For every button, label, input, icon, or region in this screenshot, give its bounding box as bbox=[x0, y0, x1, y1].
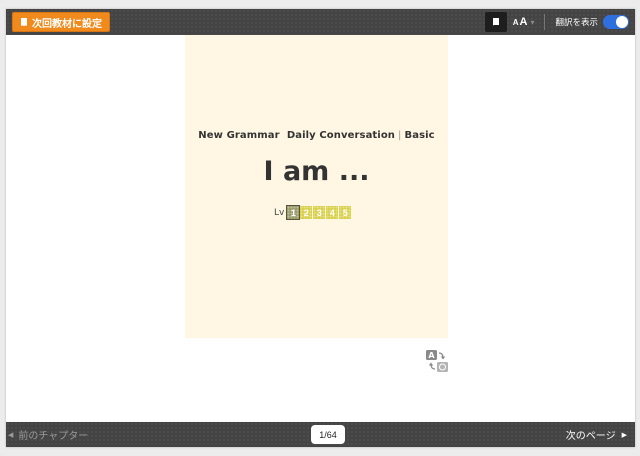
page-indicator: 1/64 bbox=[311, 425, 345, 444]
svg-text:A: A bbox=[428, 351, 435, 360]
font-size-button[interactable]: A A ▾ bbox=[513, 16, 535, 28]
course-level-name: Basic bbox=[404, 130, 435, 141]
level-4-badge: 4 bbox=[326, 206, 339, 219]
show-translation-label: 翻訳を表示 bbox=[555, 17, 598, 27]
level-2-badge: 2 bbox=[300, 206, 313, 219]
caret-right-icon: ▶ bbox=[621, 431, 627, 439]
level-indicator: Lv 1 2 3 4 5 bbox=[274, 205, 352, 220]
prev-chapter-label: 前のチャプター bbox=[18, 431, 89, 442]
level-5-badge: 5 bbox=[339, 206, 352, 219]
book-view-button[interactable] bbox=[484, 12, 507, 32]
set-next-material-button[interactable]: 次回教材に設定 bbox=[12, 12, 110, 32]
book-icon bbox=[19, 17, 29, 27]
level-3-badge: 3 bbox=[313, 206, 326, 219]
course-name: Daily Conversation bbox=[286, 130, 396, 141]
toolbar-divider bbox=[544, 14, 546, 30]
font-size-small-glyph: A bbox=[512, 18, 519, 27]
top-toolbar: 次回教材に設定 A A ▾ 翻訳を表示 bbox=[6, 9, 635, 35]
toggle-knob bbox=[616, 16, 628, 28]
next-page-label: 次のページ bbox=[565, 431, 616, 442]
show-translation-toggle[interactable] bbox=[603, 15, 629, 29]
series-name: New Grammar bbox=[198, 130, 280, 141]
caret-left-icon: ◀ bbox=[8, 431, 14, 439]
level-label: Lv bbox=[274, 207, 285, 218]
bottom-navigation-bar: ◀ 前のチャプター 1/64 次のページ ▶ bbox=[6, 422, 635, 447]
prev-chapter-button[interactable]: ◀ 前のチャプター bbox=[8, 422, 88, 447]
lesson-title: I am ... bbox=[263, 156, 370, 187]
set-next-material-label: 次回教材に設定 bbox=[32, 18, 102, 30]
series-separator: | bbox=[398, 130, 402, 141]
series-line: New Grammar Daily Conversation | Basic bbox=[185, 130, 448, 141]
translate-icon[interactable]: A bbox=[425, 349, 449, 373]
material-page: New Grammar Daily Conversation | Basic I a… bbox=[185, 35, 448, 338]
level-1-badge: 1 bbox=[286, 205, 301, 220]
chevron-down-icon: ▾ bbox=[530, 18, 535, 27]
next-page-button[interactable]: 次のページ ▶ bbox=[566, 422, 627, 447]
book-icon bbox=[492, 18, 499, 26]
font-size-large-glyph: A bbox=[519, 16, 528, 28]
